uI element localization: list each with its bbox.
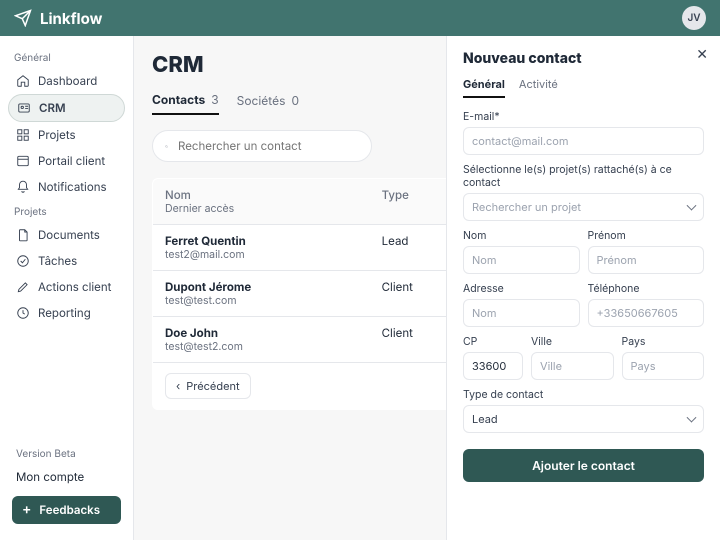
tab-label: Contacts — [152, 92, 205, 107]
sidebar-item-portail[interactable]: Portail client — [8, 148, 125, 174]
sidebar-item-label: Notifications — [38, 180, 107, 194]
email-field[interactable] — [463, 127, 704, 155]
feedbacks-button[interactable]: + Feedbacks — [12, 496, 121, 524]
firstname-label: Prénom — [588, 229, 705, 242]
feedbacks-label: Feedbacks — [39, 503, 100, 517]
brand: Linkflow — [14, 9, 102, 28]
address-label: Adresse — [463, 282, 580, 295]
tab-count: 0 — [291, 93, 299, 108]
city-field[interactable] — [531, 352, 614, 380]
sidebar-item-label: CRM — [39, 101, 66, 115]
sidebar-item-crm[interactable]: CRM — [8, 94, 125, 122]
file-icon — [16, 228, 30, 242]
sidebar-item-label: Tâches — [38, 254, 77, 268]
search-icon — [165, 140, 168, 153]
home-icon — [16, 74, 30, 88]
prev-button[interactable]: ‹ Précédent — [165, 373, 251, 399]
address-field[interactable] — [463, 299, 580, 327]
search-input-wrap[interactable] — [152, 130, 372, 162]
sidebar-item-actions[interactable]: Actions client — [8, 274, 125, 300]
tab-societes[interactable]: Sociétés 0 — [237, 92, 299, 115]
project-select[interactable] — [463, 193, 704, 221]
plus-icon: + — [22, 503, 31, 517]
city-label: Ville — [531, 335, 614, 348]
zip-field[interactable] — [463, 352, 523, 380]
sidebar-item-documents[interactable]: Documents — [8, 222, 125, 248]
clock-icon — [16, 306, 30, 320]
account-link[interactable]: Mon compte — [12, 464, 121, 490]
check-icon — [16, 254, 30, 268]
sidebar: Général Dashboard CRM Projets Portail cl… — [0, 36, 134, 540]
sidebar-item-projets[interactable]: Projets — [8, 122, 125, 148]
zip-label: CP — [463, 335, 523, 348]
contact-type-select[interactable]: Lead — [463, 405, 704, 433]
drawer-tab-activite[interactable]: Activité — [519, 77, 558, 98]
sidebar-group-title: Général — [8, 46, 125, 68]
id-icon — [17, 101, 31, 115]
phone-field[interactable] — [588, 299, 705, 327]
sidebar-item-reporting[interactable]: Reporting — [8, 300, 125, 326]
phone-label: Téléphone — [588, 282, 705, 295]
sidebar-item-label: Actions client — [38, 280, 111, 294]
sidebar-item-label: Portail client — [38, 154, 105, 168]
tab-label: Sociétés — [237, 93, 286, 108]
sidebar-group-title: Projets — [8, 200, 125, 222]
sidebar-item-dashboard[interactable]: Dashboard — [8, 68, 125, 94]
sidebar-item-label: Dashboard — [38, 74, 97, 88]
project-label: Sélectionne le(s) projet(s) rattaché(s) … — [463, 163, 704, 189]
sidebar-item-taches[interactable]: Tâches — [8, 248, 125, 274]
email-label: E-mail* — [463, 110, 704, 123]
sidebar-item-label: Documents — [38, 228, 100, 242]
topbar: Linkflow JV — [0, 0, 720, 36]
grid-icon — [16, 128, 30, 142]
lastname-field[interactable] — [463, 246, 580, 274]
tab-contacts[interactable]: Contacts 3 — [152, 92, 219, 115]
new-contact-drawer: ✕ Nouveau contact Général Activité E-mai… — [446, 36, 720, 540]
sidebar-item-label: Projets — [38, 128, 76, 142]
avatar[interactable]: JV — [682, 6, 706, 30]
country-field[interactable] — [622, 352, 705, 380]
sidebar-item-label: Reporting — [38, 306, 91, 320]
country-label: Pays — [622, 335, 705, 348]
browser-icon — [16, 154, 30, 168]
submit-button[interactable]: Ajouter le contact — [463, 449, 704, 482]
pencil-icon — [16, 280, 30, 294]
chevron-left-icon: ‹ — [176, 379, 180, 393]
close-icon[interactable]: ✕ — [696, 46, 708, 63]
sidebar-item-notifications[interactable]: Notifications — [8, 174, 125, 200]
brand-label: Linkflow — [40, 9, 102, 28]
firstname-field[interactable] — [588, 246, 705, 274]
version-label: Version Beta — [12, 444, 121, 464]
tab-count: 3 — [211, 92, 218, 107]
col-name: Nom Dernier accès — [153, 179, 370, 225]
drawer-title: Nouveau contact — [463, 50, 704, 67]
paper-plane-icon — [14, 9, 32, 27]
drawer-tab-general[interactable]: Général — [463, 77, 505, 98]
search-input[interactable] — [176, 138, 359, 154]
lastname-label: Nom — [463, 229, 580, 242]
contact-type-label: Type de contact — [463, 388, 704, 401]
bell-icon — [16, 180, 30, 194]
